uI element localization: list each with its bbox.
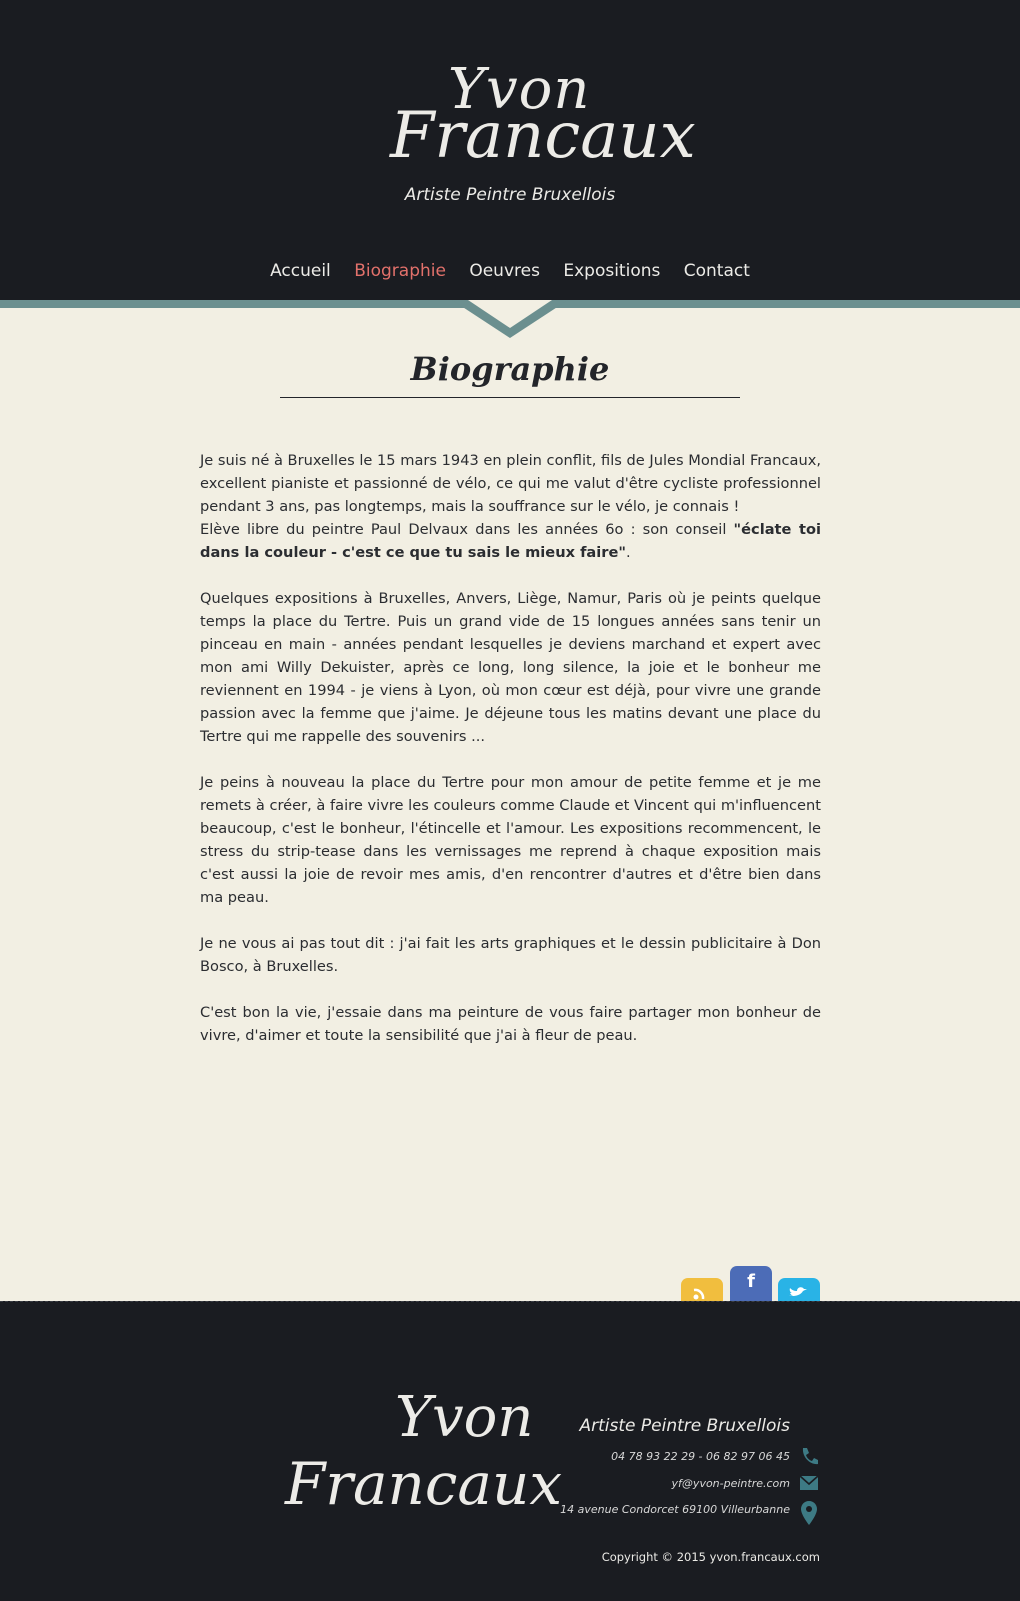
bio-paragraph-2: Quelques expositions à Bruxelles, Anvers… (200, 590, 821, 745)
logo-last-name[interactable]: Francaux (390, 104, 696, 168)
footer-phone: 04 78 93 22 29 - 06 82 97 06 45 (611, 1450, 790, 1463)
nav-item-expositions[interactable]: Expositions (563, 261, 660, 281)
footer-logo-first-name: Yvon (395, 1385, 534, 1450)
phone-icon (802, 1448, 818, 1465)
facebook-icon: f (747, 1271, 755, 1292)
rss-icon (693, 1288, 705, 1300)
biography-text: Je suis né à Bruxelles le 15 mars 1943 e… (200, 449, 821, 1070)
bio-paragraph-1-text: Je suis né à Bruxelles le 15 mars 1943 e… (200, 452, 821, 515)
title-underline (280, 397, 740, 398)
bio-paragraph-5: C'est bon la vie, j'essaie dans ma peint… (200, 1004, 821, 1044)
nav-item-contact[interactable]: Contact (684, 261, 750, 281)
footer-email[interactable]: yf@yvon-peintre.com (520, 1477, 790, 1490)
map-pin-icon (801, 1501, 817, 1525)
footer-copyright: Copyright © 2015 yvon.francaux.com (601, 1550, 820, 1564)
footer-address: 14 avenue Condorcet 69100 Villeurbanne (560, 1503, 790, 1516)
bio-paragraph-3: Je peins à nouveau la place du Tertre po… (200, 774, 821, 906)
facebook-button[interactable]: f (730, 1266, 772, 1301)
envelope-icon (800, 1475, 818, 1490)
nav-item-accueil[interactable]: Accueil (270, 261, 331, 281)
site-header: Yvon Francaux Artiste Peintre Bruxellois… (0, 0, 1020, 300)
twitter-icon (789, 1287, 807, 1296)
bio-paragraph-1b-lead: Elève libre du peintre Paul Delvaux dans… (200, 521, 734, 538)
main-nav: Accueil Biographie Oeuvres Expositions C… (0, 261, 1020, 281)
bio-quote-end: . (625, 544, 631, 561)
twitter-button[interactable] (778, 1278, 820, 1301)
page-title: Biographie (410, 350, 610, 388)
nav-item-oeuvres[interactable]: Oeuvres (469, 261, 540, 281)
nav-item-biographie[interactable]: Biographie (354, 261, 446, 281)
bio-paragraph-4: Je ne vous ai pas tout dit : j'ai fait l… (200, 935, 821, 975)
nav-pointer-chevron (452, 300, 568, 338)
logo-tagline: Artiste Peintre Bruxellois (404, 185, 616, 205)
bio-paragraph-1: Je suis né à Bruxelles le 15 mars 1943 e… (200, 449, 821, 564)
footer-tagline: Artiste Peintre Bruxellois (579, 1416, 791, 1436)
rss-button[interactable] (681, 1278, 723, 1301)
